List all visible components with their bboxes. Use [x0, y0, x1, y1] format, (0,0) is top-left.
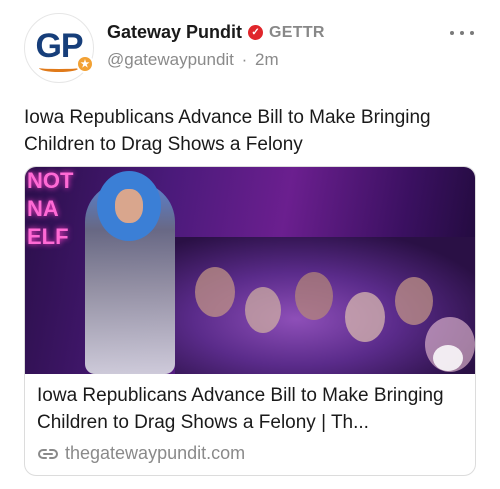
audience-area — [175, 237, 475, 374]
link-preview-title[interactable]: Iowa Republicans Advance Bill to Make Br… — [37, 382, 467, 436]
link-preview-image[interactable]: NOT NA ELF — [25, 167, 475, 374]
author-handle-row: @gatewaypundit · 2m — [107, 50, 279, 70]
link-preview-card[interactable]: NOT NA ELF Iowa Republicans Advance Bill… — [24, 166, 476, 476]
author-name-row: Gateway Pundit ✓ GETTR — [107, 22, 325, 43]
avatar-swoosh — [39, 64, 79, 72]
influencer-badge-icon: ★ — [76, 55, 94, 73]
platform-label: GETTR — [269, 23, 325, 41]
link-preview-source[interactable]: thegatewaypundit.com — [37, 443, 245, 464]
author-display-name[interactable]: Gateway Pundit — [107, 22, 242, 43]
verified-check-icon: ✓ — [248, 25, 264, 40]
link-source-domain: thegatewaypundit.com — [65, 443, 246, 463]
image-watermark-icon — [433, 345, 463, 371]
separator-dot: · — [241, 50, 248, 69]
avatar-logo: GP — [35, 27, 83, 65]
post-text: Iowa Republicans Advance Bill to Make Br… — [24, 107, 431, 155]
author-handle[interactable]: @gatewaypundit — [107, 50, 234, 69]
more-horizontal-icon[interactable] — [450, 28, 474, 38]
post-timestamp: 2m — [255, 50, 279, 69]
link-icon — [38, 448, 58, 459]
post-card: GP ★ Gateway Pundit ✓ GETTR @gatewaypund… — [0, 0, 500, 489]
performer-face — [115, 189, 143, 223]
